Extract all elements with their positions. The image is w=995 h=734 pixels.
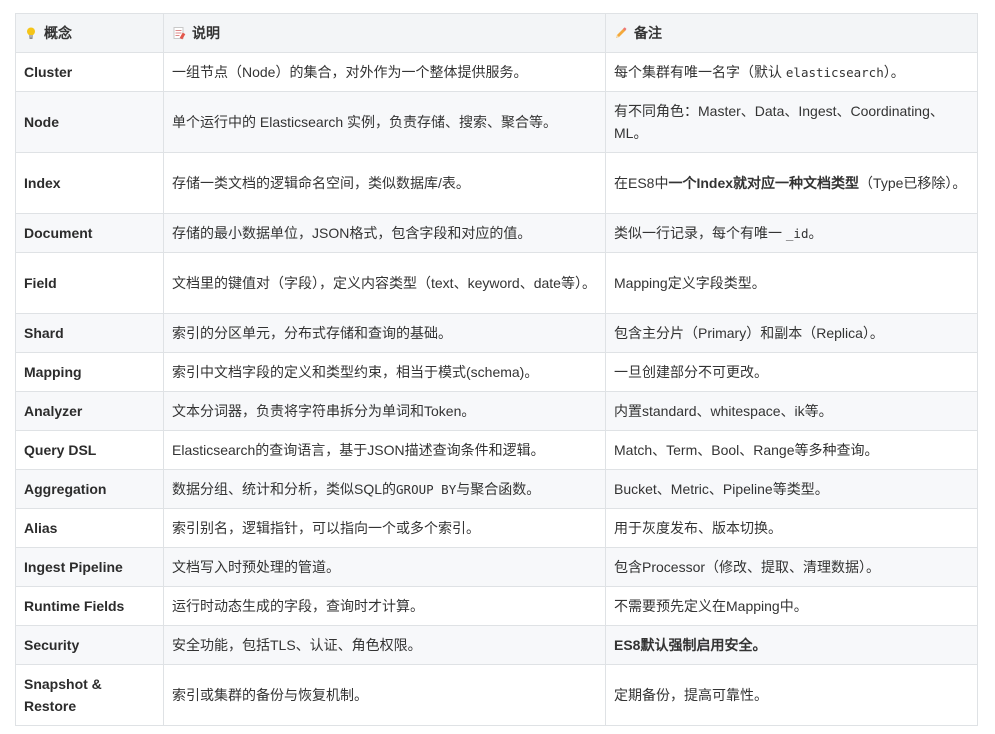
inline-code: _id <box>785 225 809 241</box>
pencil-icon <box>616 27 627 38</box>
table-row: Index 存储一类文档的逻辑命名空间，类似数据库/表。 在ES8中一个Inde… <box>15 152 978 214</box>
table-row: Mapping 索引中文档字段的定义和类型约束，相当于模式(schema)。 一… <box>15 352 978 392</box>
concept-table: 概念 说明 备注 Cluster 一组节点（Node）的集合，对外作为一个整体提… <box>15 13 978 726</box>
description-cell: 文档里的键值对（字段），定义内容类型（text、keyword、date等）。 <box>163 252 606 314</box>
description-cell: 一组节点（Node）的集合，对外作为一个整体提供服务。 <box>163 52 606 92</box>
table-row: Query DSL Elasticsearch的查询语言，基于JSON描述查询条… <box>15 430 978 470</box>
note-cell: ES8默认强制启用安全。 <box>605 625 978 665</box>
note-cell: 在ES8中一个Index就对应一种文档类型（Type已移除）。 <box>605 152 978 214</box>
header-description-label: 说明 <box>192 25 220 41</box>
note-cell: 每个集群有唯一名字（默认 elasticsearch）。 <box>605 52 978 92</box>
note-text: 在ES8中 <box>614 175 669 191</box>
note-cell: Match、Term、Bool、Range等多种查询。 <box>605 430 978 470</box>
header-notes-label: 备注 <box>634 25 662 41</box>
note-text: 类似一行记录，每个有唯一 <box>614 224 786 241</box>
note-cell: 内置standard、whitespace、ik等。 <box>605 391 978 431</box>
description-cell: 索引中文档字段的定义和类型约束，相当于模式(schema)。 <box>163 352 606 392</box>
note-text: （Type已移除）。 <box>859 175 967 191</box>
header-notes: 备注 <box>605 13 978 53</box>
term-cell: Cluster <box>15 52 164 92</box>
note-bold-text: 一个Index就对应一种文档类型 <box>668 175 860 191</box>
description-cell: 文档写入时预处理的管道。 <box>163 547 606 587</box>
note-text: 。 <box>808 224 823 241</box>
table-row: Security 安全功能，包括TLS、认证、角色权限。 ES8默认强制启用安全… <box>15 625 978 665</box>
table-row: Cluster 一组节点（Node）的集合，对外作为一个整体提供服务。 每个集群… <box>15 52 978 92</box>
description-cell: 索引的分区单元，分布式存储和查询的基础。 <box>163 313 606 353</box>
table-row: Analyzer 文本分词器，负责将字符串拆分为单词和Token。 内置stan… <box>15 391 978 431</box>
note-cell: 有不同角色：Master、Data、Ingest、Coordinating、ML… <box>605 91 978 153</box>
table-row: Snapshot & Restore 索引或集群的备份与恢复机制。 定期备份，提… <box>15 664 978 726</box>
table-row: Field 文档里的键值对（字段），定义内容类型（text、keyword、da… <box>15 252 978 314</box>
term-cell: Field <box>15 252 164 314</box>
description-cell: 存储的最小数据单位，JSON格式，包含字段和对应的值。 <box>163 213 606 253</box>
header-description: 说明 <box>163 13 606 53</box>
term-cell: Snapshot & Restore <box>15 664 164 726</box>
description-cell: 单个运行中的 Elasticsearch 实例，负责存储、搜索、聚合等。 <box>163 91 606 153</box>
description-cell: 运行时动态生成的字段，查询时才计算。 <box>163 586 606 626</box>
note-bold-text: ES8默认强制启用安全。 <box>614 637 767 653</box>
term-cell: Runtime Fields <box>15 586 164 626</box>
note-text: ）。 <box>883 63 905 80</box>
table-row: Ingest Pipeline 文档写入时预处理的管道。 包含Processor… <box>15 547 978 587</box>
description-cell: 存储一类文档的逻辑命名空间，类似数据库/表。 <box>163 152 606 214</box>
term-cell: Aggregation <box>15 469 164 509</box>
term-cell: Query DSL <box>15 430 164 470</box>
description-cell: 文本分词器，负责将字符串拆分为单词和Token。 <box>163 391 606 431</box>
table-row: Shard 索引的分区单元，分布式存储和查询的基础。 包含主分片（Primary… <box>15 313 978 353</box>
term-cell: Ingest Pipeline <box>15 547 164 587</box>
table-row: Alias 索引别名，逻辑指针，可以指向一个或多个索引。 用于灰度发布、版本切换… <box>15 508 978 548</box>
description-cell: 安全功能，包括TLS、认证、角色权限。 <box>163 625 606 665</box>
note-cell: Mapping定义字段类型。 <box>605 252 978 314</box>
table-header-row: 概念 说明 备注 <box>15 13 978 53</box>
note-cell: 用于灰度发布、版本切换。 <box>605 508 978 548</box>
header-concept: 概念 <box>15 13 164 53</box>
table-row: Runtime Fields 运行时动态生成的字段，查询时才计算。 不需要预先定… <box>15 586 978 626</box>
description-cell: Elasticsearch的查询语言，基于JSON描述查询条件和逻辑。 <box>163 430 606 470</box>
table-row: Document 存储的最小数据单位，JSON格式，包含字段和对应的值。 类似一… <box>15 213 978 253</box>
term-cell: Node <box>15 91 164 153</box>
term-cell: Document <box>15 213 164 253</box>
description-cell: 数据分组、统计和分析，类似SQL的GROUP BY与聚合函数。 <box>163 469 606 509</box>
memo-icon <box>173 27 186 40</box>
description-cell: 索引别名，逻辑指针，可以指向一个或多个索引。 <box>163 508 606 548</box>
inline-code: GROUP BY <box>396 481 457 497</box>
term-cell: Mapping <box>15 352 164 392</box>
table-row: Aggregation 数据分组、统计和分析，类似SQL的GROUP BY与聚合… <box>15 469 978 509</box>
lightbulb-icon <box>27 27 35 39</box>
table-row: Node 单个运行中的 Elasticsearch 实例，负责存储、搜索、聚合等… <box>15 91 978 153</box>
note-cell: Bucket、Metric、Pipeline等类型。 <box>605 469 978 509</box>
description-text: 与聚合函数。 <box>456 480 541 497</box>
header-concept-label: 概念 <box>44 25 72 41</box>
term-cell: Index <box>15 152 164 214</box>
note-cell: 类似一行记录，每个有唯一 _id。 <box>605 213 978 253</box>
note-text: 每个集群有唯一名字（默认 <box>614 63 786 80</box>
note-cell: 定期备份，提高可靠性。 <box>605 664 978 726</box>
note-cell: 包含Processor（修改、提取、清理数据）。 <box>605 547 978 587</box>
description-text: 数据分组、统计和分析，类似SQL的 <box>172 480 397 497</box>
note-cell: 包含主分片（Primary）和副本（Replica）。 <box>605 313 978 353</box>
inline-code: elasticsearch <box>785 64 884 80</box>
term-cell: Analyzer <box>15 391 164 431</box>
note-cell: 不需要预先定义在Mapping中。 <box>605 586 978 626</box>
term-cell: Alias <box>15 508 164 548</box>
term-cell: Shard <box>15 313 164 353</box>
description-cell: 索引或集群的备份与恢复机制。 <box>163 664 606 726</box>
concept-table-container: 概念 说明 备注 Cluster 一组节点（Node）的集合，对外作为一个整体提… <box>15 13 978 726</box>
term-cell: Security <box>15 625 164 665</box>
note-cell: 一旦创建部分不可更改。 <box>605 352 978 392</box>
